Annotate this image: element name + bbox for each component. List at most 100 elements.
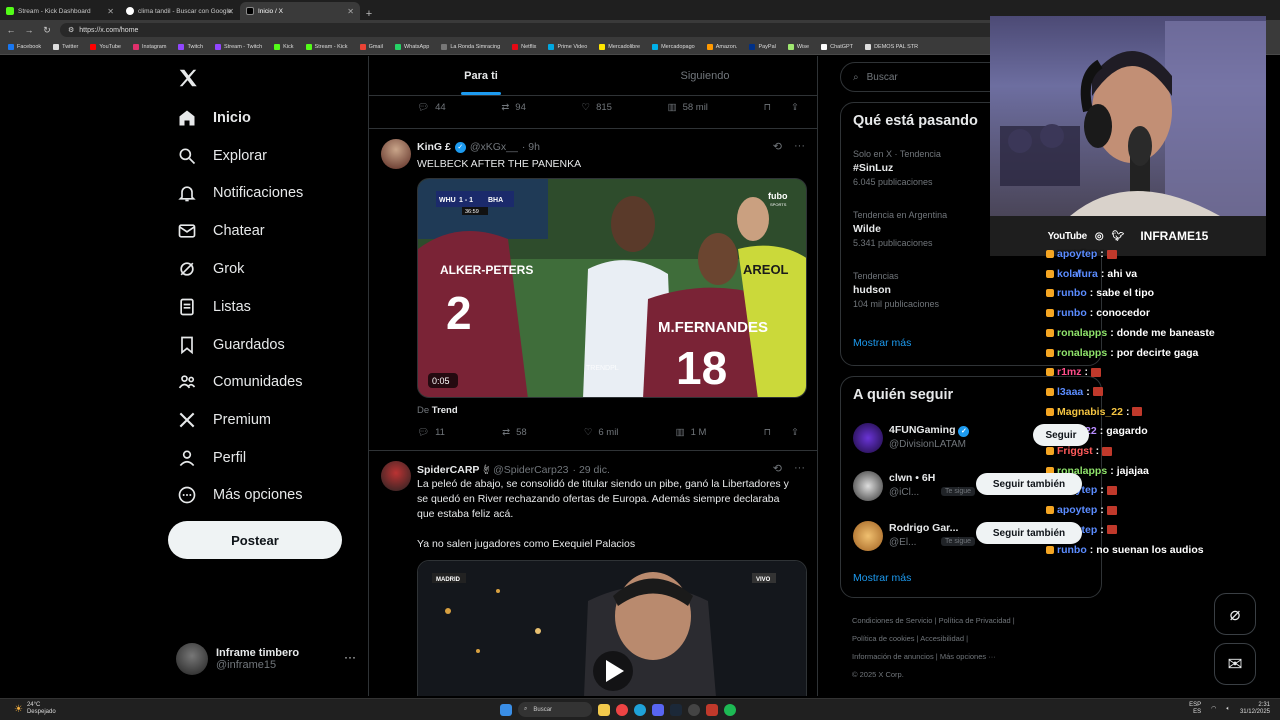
- footer-link[interactable]: Accesibilidad: [920, 634, 964, 643]
- sidebar-item-grok[interactable]: Grok: [177, 259, 244, 279]
- author-name[interactable]: KinG £: [417, 141, 451, 153]
- reload-icon[interactable]: ↻: [42, 25, 52, 36]
- trend-item[interactable]: Tendencias hudson 104 mil publicaciones: [853, 271, 939, 309]
- bookmark-item[interactable]: PayPal: [749, 44, 776, 50]
- close-tab-icon[interactable]: ✕: [227, 7, 234, 16]
- app-icon[interactable]: [706, 703, 718, 716]
- tweet-video[interactable]: WHU 1 - 1 BHA 36:59 fubo SPORTS ALKER-PE…: [417, 178, 807, 398]
- grok-float-button[interactable]: ⌀: [1214, 593, 1256, 635]
- sidebar-item-m-s-opciones[interactable]: Más opciones: [177, 485, 302, 505]
- sidebar-item-guardados[interactable]: Guardados: [177, 335, 285, 355]
- bookmark-item[interactable]: WhatsApp: [394, 44, 429, 50]
- windows-start-icon[interactable]: [500, 703, 512, 716]
- bookmark-item[interactable]: Kick: [274, 44, 294, 50]
- sidebar-item-listas[interactable]: Listas: [177, 297, 251, 317]
- show-more-trends-link[interactable]: Mostrar más: [853, 337, 911, 349]
- browser-tab-kick[interactable]: Stream - Kick Dashboard ✕: [0, 2, 120, 20]
- file-explorer-icon[interactable]: [598, 703, 610, 716]
- browser-tab-google[interactable]: clima tandil - Buscar con Google ✕: [120, 2, 240, 20]
- bookmark-item[interactable]: Instagram: [132, 44, 166, 50]
- bookmark-item[interactable]: ChatGPT: [821, 44, 853, 50]
- edge-icon[interactable]: [634, 703, 646, 716]
- avatar[interactable]: [853, 521, 883, 551]
- bookmark-item[interactable]: Stream - Twitch: [215, 44, 262, 50]
- bookmark-item[interactable]: Twitch: [178, 44, 203, 50]
- tweet[interactable]: KinG £ ✓ @xKGx__ · 9h ⟲ ··· WELBECK AFTER…: [369, 128, 817, 450]
- author-handle[interactable]: @SpiderCarp23: [493, 464, 568, 476]
- bookmark-item[interactable]: Prime Video: [548, 44, 587, 50]
- close-tab-icon[interactable]: ✕: [347, 7, 354, 16]
- tab-para-ti[interactable]: Para ti: [369, 56, 593, 95]
- bookmark-item[interactable]: Gmail: [359, 44, 383, 50]
- bookmark-item[interactable]: Mercadolibre: [599, 44, 640, 50]
- follow-back-button[interactable]: Seguir también: [976, 473, 1082, 495]
- account-switcher[interactable]: Inframe timbero @inframe15 ···: [176, 642, 356, 676]
- more-dots-icon[interactable]: ···: [794, 140, 805, 153]
- back-icon[interactable]: ←: [6, 25, 16, 35]
- sidebar-item-explorar[interactable]: Explorar: [177, 146, 267, 166]
- weather-widget[interactable]: ☀ 24°C Despejado: [14, 702, 56, 716]
- sidebar-item-comunidades[interactable]: Comunidades: [177, 372, 302, 392]
- follow-name[interactable]: Rodrigo Gar...: [889, 522, 958, 534]
- follow-back-button[interactable]: Seguir también: [976, 522, 1082, 544]
- tweet[interactable]: SpiderCARP 🤘︎ @SpiderCarp23 · 29 dic. ⟲ ·…: [369, 450, 817, 696]
- sidebar-item-inicio[interactable]: Inicio: [177, 108, 251, 128]
- clock[interactable]: 2:31 31/12/2025: [1240, 702, 1270, 716]
- chrome-icon[interactable]: [616, 703, 628, 716]
- tweet-time[interactable]: · 9h: [522, 141, 540, 153]
- wifi-icon[interactable]: ◠: [1211, 706, 1216, 713]
- sidebar-item-perfil[interactable]: Perfil: [177, 448, 246, 468]
- like-button[interactable]: ♡ 6 mil: [584, 427, 619, 438]
- trend-item[interactable]: Solo en X · Tendencia #SinLuz 6.045 public…: [853, 149, 941, 187]
- url-field[interactable]: ⚙ https://x.com/home: [60, 23, 1020, 37]
- sidebar-item-chatear[interactable]: Chatear: [177, 221, 265, 241]
- tweet-time[interactable]: · 29 dic.: [573, 464, 610, 476]
- bookmark-item[interactable]: DEMOS PAL STR: [865, 44, 918, 50]
- close-tab-icon[interactable]: ✕: [107, 7, 114, 16]
- grok-icon[interactable]: ⟲: [773, 140, 782, 153]
- language-indicator[interactable]: ESP ES: [1189, 702, 1201, 716]
- bookmark-button[interactable]: ⊓ ⇪: [764, 102, 799, 113]
- repost-button[interactable]: ⇄ 94: [501, 102, 526, 113]
- trend-item[interactable]: Tendencia en Argentina Wilde 5.341 publica…: [853, 210, 947, 248]
- bookmark-item[interactable]: Netflix: [512, 44, 536, 50]
- bookmark-item[interactable]: Stream - Kick: [305, 44, 348, 50]
- author-name[interactable]: SpiderCARP: [417, 464, 479, 476]
- bookmark-item[interactable]: Wise: [787, 44, 809, 50]
- avatar[interactable]: [381, 139, 411, 169]
- steam-icon[interactable]: [670, 703, 682, 716]
- avatar[interactable]: [853, 423, 883, 453]
- obs-icon[interactable]: [688, 703, 700, 716]
- bookmark-button[interactable]: ⊓ ⇪: [764, 427, 799, 438]
- grok-icon[interactable]: ⟲: [773, 462, 782, 475]
- more-dots-icon[interactable]: ···: [344, 650, 356, 664]
- reply-button[interactable]: 💬︎ 11: [417, 427, 445, 438]
- views-button[interactable]: ▥ 58 mil: [668, 102, 708, 113]
- sidebar-item-notificaciones[interactable]: Notificaciones: [177, 183, 303, 203]
- browser-tab-x[interactable]: Inicio / X ✕: [240, 2, 360, 20]
- footer-link[interactable]: Más opciones ···: [940, 652, 996, 661]
- share-icon[interactable]: ⇪: [791, 102, 799, 113]
- repost-button[interactable]: ⇄ 58: [502, 427, 527, 438]
- like-button[interactable]: ♡ 815: [582, 102, 612, 113]
- forward-icon[interactable]: →: [24, 25, 34, 35]
- reply-button[interactable]: 💬︎ 44: [417, 102, 446, 113]
- bookmark-item[interactable]: YouTube: [90, 44, 121, 50]
- tab-siguiendo[interactable]: Siguiendo: [593, 56, 817, 95]
- taskbar-search[interactable]: ⌕ Buscar: [518, 702, 592, 717]
- follow-name[interactable]: clwn • 6H: [889, 472, 935, 484]
- footer-link[interactable]: Política de cookies: [852, 634, 915, 643]
- bookmark-item[interactable]: Mercadopago: [652, 44, 695, 50]
- new-tab-button[interactable]: +: [360, 8, 378, 20]
- footer-link[interactable]: Información de anuncios: [852, 652, 934, 661]
- bookmark-item[interactable]: Facebook: [8, 44, 41, 50]
- x-logo-icon[interactable]: [177, 67, 199, 95]
- site-info-icon[interactable]: ⚙: [68, 26, 74, 34]
- spotify-icon[interactable]: [724, 703, 736, 716]
- messages-float-button[interactable]: ✉: [1214, 643, 1256, 685]
- bookmark-item[interactable]: La Ronda Simracing: [441, 44, 500, 50]
- share-icon[interactable]: ⇪: [791, 427, 799, 438]
- bookmark-item[interactable]: Twitter: [53, 44, 78, 50]
- volume-icon[interactable]: 🔈︎: [1226, 706, 1230, 713]
- follow-name[interactable]: 4FUNGaming ✓: [889, 424, 970, 437]
